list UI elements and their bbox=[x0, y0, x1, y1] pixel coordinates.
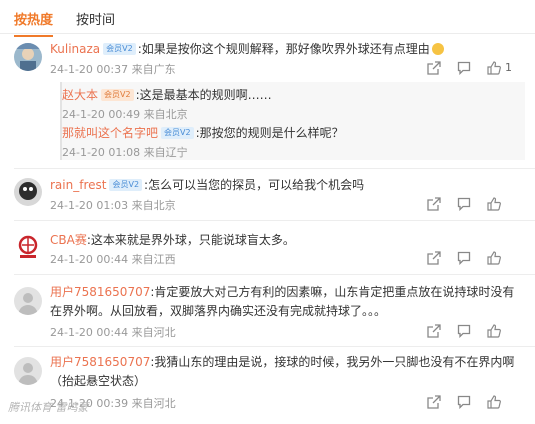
username[interactable]: 那就叫这个名字吧 bbox=[62, 126, 158, 140]
reply-text: :这是最基本的规则啊…… bbox=[135, 88, 272, 102]
share-icon[interactable] bbox=[427, 251, 441, 265]
reply-line: 那就叫这个名字吧 会员V2:那按您的规则是什么样呢？ bbox=[62, 124, 344, 143]
location: 来自广东 bbox=[131, 63, 176, 76]
reply-meta: 24-1-20 01:08 来自辽宁 bbox=[62, 144, 188, 160]
divider bbox=[14, 220, 535, 221]
member-badge: 会员V2 bbox=[103, 43, 136, 55]
default-avatar[interactable] bbox=[14, 357, 42, 385]
username[interactable]: 用户7581650707 bbox=[50, 285, 150, 299]
tab-time[interactable]: 按时间 bbox=[76, 9, 115, 28]
comment-line: rain_frest 会员V2:怎么可以当您的探员，可以给我个机会吗 bbox=[50, 176, 525, 195]
location: 来自辽宁 bbox=[143, 146, 188, 159]
sort-tabs: 按热度 按时间 bbox=[0, 0, 535, 37]
member-badge: 会员V2 bbox=[161, 127, 194, 139]
comment-icon[interactable] bbox=[457, 324, 471, 338]
reply-meta: 24-1-20 00:49 来自北京 bbox=[62, 106, 188, 122]
timestamp: 24-1-20 00:44 bbox=[50, 253, 129, 266]
timestamp: 24-1-20 00:37 bbox=[50, 63, 129, 76]
tab-hot[interactable]: 按热度 bbox=[14, 9, 54, 37]
comment-meta: 24-1-20 00:44 来自江西 bbox=[50, 251, 176, 267]
grin-emoji-icon bbox=[431, 43, 444, 55]
avatar[interactable] bbox=[14, 178, 42, 206]
share-icon[interactable] bbox=[427, 324, 441, 338]
reply-list: 赵大本 会员V2:这是最基本的规则啊…… 24-1-20 00:49 来自北京 那… bbox=[60, 82, 525, 160]
username[interactable]: Kulinaza bbox=[50, 42, 100, 56]
like-count: 1 bbox=[505, 61, 512, 74]
comment-actions bbox=[427, 395, 527, 411]
comment-actions bbox=[427, 251, 527, 267]
comment-meta: 24-1-20 00:37 来自广东 bbox=[50, 61, 176, 77]
comment-line: 用户7581650707:肯定要放大对己方有利的因素嘛，山东肯定把重点放在说持球… bbox=[50, 283, 525, 321]
reply-text: :那按您的规则是什么样呢？ bbox=[195, 126, 344, 140]
timestamp: 24-1-20 01:08 bbox=[62, 146, 141, 159]
member-badge: 会员V2 bbox=[101, 89, 134, 101]
divider bbox=[14, 274, 535, 275]
comment-icon[interactable] bbox=[457, 197, 471, 211]
share-icon[interactable] bbox=[427, 197, 441, 211]
username[interactable]: CBA赛 bbox=[50, 233, 87, 247]
comment-text: :这本来就是界外球，只能说球盲太多。 bbox=[86, 233, 295, 247]
comment-meta: 24-1-20 00:44 来自河北 bbox=[50, 324, 176, 340]
like-icon[interactable] bbox=[487, 197, 501, 211]
location: 来自河北 bbox=[131, 326, 176, 339]
like-icon[interactable] bbox=[487, 324, 501, 338]
share-icon[interactable] bbox=[427, 395, 441, 409]
username[interactable]: 赵大本 bbox=[62, 88, 98, 102]
timestamp: 24-1-20 00:44 bbox=[50, 326, 129, 339]
location: 来自北京 bbox=[143, 108, 188, 121]
comment-meta: 24-1-20 01:03 来自北京 bbox=[50, 197, 176, 213]
comment-actions bbox=[427, 197, 527, 213]
watermark-text: 腾讯体育 雷鸣蒙 bbox=[8, 401, 89, 414]
location: 来自河北 bbox=[131, 397, 176, 410]
comment-icon[interactable] bbox=[457, 61, 471, 75]
location: 来自北京 bbox=[131, 199, 176, 212]
cba-logo-avatar[interactable] bbox=[14, 233, 42, 261]
like-icon[interactable] bbox=[487, 395, 501, 409]
comment-line: Kulinaza 会员V2:如果是按你这个规则解释，那好像吹界外球还有点理由 bbox=[50, 40, 525, 59]
comment-icon[interactable] bbox=[457, 251, 471, 265]
avatar[interactable] bbox=[14, 43, 42, 71]
comment-actions bbox=[427, 324, 527, 340]
username[interactable]: 用户7581650707 bbox=[50, 355, 150, 369]
reply-line: 赵大本 会员V2:这是最基本的规则啊…… bbox=[62, 86, 272, 105]
timestamp: 24-1-20 01:03 bbox=[50, 199, 129, 212]
share-icon[interactable] bbox=[427, 61, 441, 75]
like-icon[interactable] bbox=[487, 251, 501, 265]
comment-line: CBA赛:这本来就是界外球，只能说球盲太多。 bbox=[50, 231, 525, 250]
default-avatar[interactable] bbox=[14, 287, 42, 315]
comment-text: :如果是按你这个规则解释，那好像吹界外球还有点理由 bbox=[137, 42, 430, 56]
timestamp: 24-1-20 00:49 bbox=[62, 108, 141, 121]
like-icon[interactable] bbox=[487, 61, 501, 75]
member-badge: 会员V2 bbox=[109, 179, 143, 191]
comment-actions: 1 bbox=[427, 61, 527, 77]
location: 来自江西 bbox=[131, 253, 176, 266]
divider bbox=[14, 346, 535, 347]
comment-line: 用户7581650707:我猜山东的理由是说，接球的时候，我另外一只脚也没有不在… bbox=[50, 353, 525, 391]
divider bbox=[14, 168, 535, 169]
username[interactable]: rain_frest bbox=[50, 178, 106, 192]
comment-icon[interactable] bbox=[457, 395, 471, 409]
comment-text: :怎么可以当您的探员，可以给我个机会吗 bbox=[144, 178, 365, 192]
